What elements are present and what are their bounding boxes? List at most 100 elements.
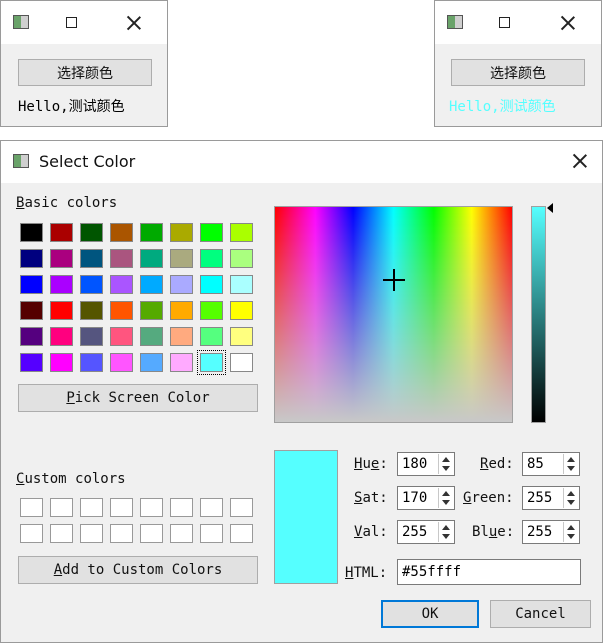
basic-color-swatch[interactable] [110, 353, 133, 372]
red-spinbox[interactable]: 85 [522, 452, 580, 476]
val-spinbox[interactable]: 255 [397, 520, 455, 544]
basic-color-swatch[interactable] [50, 275, 73, 294]
basic-color-swatch[interactable] [50, 327, 73, 346]
basic-color-swatch[interactable] [80, 223, 103, 242]
arrow-up-icon[interactable] [442, 525, 450, 530]
add-to-custom-colors-button[interactable]: Add to Custom Colors [18, 556, 258, 584]
arrow-down-icon[interactable] [442, 500, 450, 505]
basic-color-swatch[interactable] [200, 301, 223, 320]
basic-color-swatch[interactable] [110, 223, 133, 242]
basic-color-swatch[interactable] [50, 353, 73, 372]
basic-color-swatch[interactable] [140, 223, 163, 242]
basic-color-swatch[interactable] [140, 301, 163, 320]
arrow-up-icon[interactable] [567, 491, 575, 496]
basic-color-swatch[interactable] [170, 223, 193, 242]
basic-color-swatch[interactable] [80, 327, 103, 346]
basic-color-swatch[interactable] [140, 327, 163, 346]
basic-color-swatch[interactable] [80, 301, 103, 320]
arrow-up-icon[interactable] [442, 491, 450, 496]
choose-color-button[interactable]: 选择颜色 [451, 59, 585, 86]
basic-color-swatch[interactable] [80, 275, 103, 294]
basic-color-swatch[interactable] [50, 223, 73, 242]
basic-color-swatch[interactable] [140, 353, 163, 372]
hue-saturation-picker[interactable] [274, 206, 513, 423]
arrow-down-icon[interactable] [567, 500, 575, 505]
arrow-up-icon[interactable] [442, 457, 450, 462]
hue-spinbox[interactable]: 180 [397, 452, 455, 476]
custom-color-swatch[interactable] [170, 524, 193, 543]
cancel-button[interactable]: Cancel [490, 600, 591, 628]
custom-color-swatch[interactable] [200, 498, 223, 517]
arrow-down-icon[interactable] [567, 534, 575, 539]
pick-screen-color-button[interactable]: Pick Screen Color [18, 384, 258, 412]
maximize-icon[interactable] [499, 17, 510, 28]
basic-color-swatch[interactable] [20, 327, 43, 346]
basic-color-swatch[interactable] [170, 275, 193, 294]
basic-color-swatch[interactable] [197, 350, 226, 375]
basic-color-swatch[interactable] [170, 327, 193, 346]
basic-color-swatch[interactable] [50, 301, 73, 320]
custom-color-swatch[interactable] [140, 524, 163, 543]
basic-color-swatch[interactable] [50, 249, 73, 268]
custom-color-swatch[interactable] [80, 498, 103, 517]
basic-color-swatch[interactable] [230, 353, 253, 372]
custom-color-swatch[interactable] [200, 524, 223, 543]
title-bar[interactable] [435, 1, 601, 44]
basic-color-swatch[interactable] [200, 327, 223, 346]
basic-color-swatch[interactable] [20, 275, 43, 294]
custom-color-swatch[interactable] [50, 524, 73, 543]
basic-color-swatch[interactable] [110, 301, 133, 320]
title-bar[interactable] [1, 1, 167, 44]
basic-color-swatch[interactable] [140, 249, 163, 268]
basic-color-swatch[interactable] [80, 249, 103, 268]
basic-color-swatch[interactable] [110, 327, 133, 346]
custom-color-swatch[interactable] [20, 524, 43, 543]
close-icon[interactable] [560, 15, 576, 31]
basic-color-swatch[interactable] [230, 249, 253, 268]
custom-color-swatch[interactable] [230, 524, 253, 543]
custom-color-swatch[interactable] [140, 498, 163, 517]
basic-color-swatch[interactable] [80, 353, 103, 372]
arrow-down-icon[interactable] [442, 466, 450, 471]
basic-color-swatch[interactable] [170, 249, 193, 268]
arrow-down-icon[interactable] [567, 466, 575, 471]
sat-spinbox[interactable]: 170 [397, 486, 455, 510]
basic-color-swatch[interactable] [20, 301, 43, 320]
basic-color-swatch[interactable] [170, 353, 193, 372]
value-slider-handle-icon[interactable] [547, 203, 553, 213]
maximize-icon[interactable] [66, 17, 77, 28]
basic-color-swatch[interactable] [140, 275, 163, 294]
custom-color-swatch[interactable] [20, 498, 43, 517]
green-spinbox[interactable]: 255 [522, 486, 580, 510]
basic-color-swatch[interactable] [230, 301, 253, 320]
custom-color-swatch[interactable] [80, 524, 103, 543]
custom-color-swatch[interactable] [50, 498, 73, 517]
custom-color-swatch[interactable] [230, 498, 253, 517]
basic-color-swatch[interactable] [110, 275, 133, 294]
arrow-down-icon[interactable] [442, 534, 450, 539]
basic-color-swatch[interactable] [230, 223, 253, 242]
basic-color-swatch[interactable] [200, 249, 223, 268]
basic-color-swatch[interactable] [230, 327, 253, 346]
value-slider[interactable] [531, 206, 546, 423]
blue-spinbox[interactable]: 255 [522, 520, 580, 544]
html-input[interactable]: #55ffff [397, 559, 581, 585]
basic-color-swatch[interactable] [110, 249, 133, 268]
basic-color-swatch[interactable] [20, 223, 43, 242]
custom-color-swatch[interactable] [110, 524, 133, 543]
basic-color-swatch[interactable] [20, 249, 43, 268]
custom-color-swatch[interactable] [110, 498, 133, 517]
arrow-up-icon[interactable] [567, 525, 575, 530]
custom-color-swatch[interactable] [170, 498, 193, 517]
basic-color-swatch[interactable] [200, 223, 223, 242]
close-icon[interactable] [126, 15, 142, 31]
arrow-up-icon[interactable] [567, 457, 575, 462]
ok-button[interactable]: OK [381, 600, 479, 628]
basic-color-swatch[interactable] [20, 353, 43, 372]
basic-color-swatch[interactable] [230, 275, 253, 294]
basic-color-swatch[interactable] [170, 301, 193, 320]
close-icon[interactable] [572, 153, 588, 169]
basic-color-swatch[interactable] [200, 275, 223, 294]
dialog-title-bar[interactable]: Select Color [1, 141, 602, 183]
choose-color-button[interactable]: 选择颜色 [18, 59, 152, 86]
